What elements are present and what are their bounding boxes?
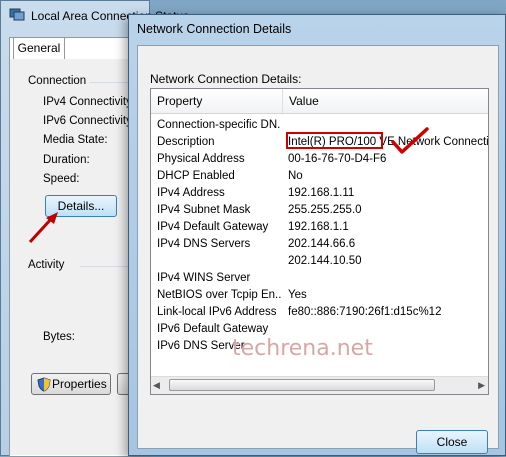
section-activity: Activity — [28, 259, 65, 271]
ipv6-connectivity-label: IPv6 Connectivity — [43, 115, 132, 127]
checkmark-annotation-icon — [391, 127, 429, 154]
highlight-annotation — [286, 132, 383, 149]
property-cell: IPv4 Subnet Mask — [157, 204, 251, 216]
shield-icon — [37, 377, 51, 392]
table-row[interactable]: IPv4 Address 192.168.1.11 — [151, 186, 488, 203]
value-cell: fe80::886:7190:26f1:d15c%12 — [288, 306, 442, 318]
arrow-annotation-icon — [28, 212, 58, 244]
dialog-title: Network Connection Details — [137, 22, 292, 36]
network-connection-details-dialog: Network Connection Details Network Conne… — [128, 14, 506, 456]
property-cell: DHCP Enabled — [157, 170, 235, 182]
table-row[interactable]: IPv4 WINS Server — [151, 271, 488, 288]
tab-general[interactable]: General — [13, 37, 65, 59]
value-cell: 00-16-76-70-D4-F6 — [288, 153, 387, 165]
section-connection: Connection — [28, 75, 87, 87]
property-cell: Physical Address — [157, 153, 245, 165]
table-row[interactable]: Link-local IPv6 Address fe80::886:7190:26… — [151, 305, 488, 322]
network-icon — [9, 8, 25, 21]
duration-label: Duration: — [43, 154, 90, 166]
value-cell: 202.144.10.50 — [288, 255, 362, 267]
ipv4-connectivity-label: IPv4 Connectivity — [43, 96, 132, 108]
property-cell: IPv4 WINS Server — [157, 272, 251, 284]
property-cell: Link-local IPv6 Address — [157, 306, 277, 318]
properties-button-label: Properties — [52, 377, 107, 391]
value-cell: 192.168.1.1 — [288, 221, 349, 233]
column-header-value[interactable]: Value — [283, 89, 488, 113]
value-cell: 202.144.66.6 — [288, 238, 356, 250]
watermark: techrena.net — [232, 336, 373, 361]
value-cell: Yes — [288, 289, 307, 301]
value-cell: No — [288, 170, 303, 182]
properties-button[interactable]: Properties — [31, 373, 111, 395]
property-cell: IPv4 Address — [157, 187, 225, 199]
scroll-thumb[interactable] — [169, 379, 435, 391]
table-row[interactable]: NetBIOS over Tcpip En... Yes — [151, 288, 488, 305]
column-header-property[interactable]: Property — [151, 89, 283, 113]
details-caption: Network Connection Details: — [150, 72, 302, 86]
property-cell: NetBIOS over Tcpip En... — [157, 289, 281, 301]
table-row[interactable]: DHCP Enabled No — [151, 169, 488, 186]
property-cell: IPv4 DNS Servers — [157, 238, 251, 250]
table-row[interactable]: IPv4 Default Gateway 192.168.1.1 — [151, 220, 488, 237]
table-row[interactable]: IPv4 Subnet Mask 255.255.255.0 — [151, 203, 488, 220]
horizontal-scrollbar[interactable]: ◀ ▶ — [151, 376, 488, 394]
media-state-label: Media State: — [43, 134, 108, 146]
table-row[interactable]: Physical Address 00-16-76-70-D4-F6 — [151, 152, 488, 169]
list-header: Property Value — [151, 89, 488, 114]
property-cell: Description — [157, 136, 215, 148]
close-button[interactable]: Close — [416, 430, 488, 454]
value-cell: 192.168.1.11 — [288, 187, 355, 199]
property-cell: Connection-specific DN... — [157, 119, 281, 131]
table-row[interactable]: 202.144.10.50 — [151, 254, 488, 271]
table-row[interactable]: IPv4 DNS Servers 202.144.66.6 — [151, 237, 488, 254]
value-cell: 255.255.255.0 — [288, 204, 362, 216]
scroll-left-arrow-icon[interactable]: ◀ — [153, 380, 160, 391]
bytes-label: Bytes: — [43, 331, 75, 343]
property-cell: IPv4 Default Gateway — [157, 221, 269, 233]
scroll-right-arrow-icon[interactable]: ▶ — [478, 380, 485, 391]
dialog-client-area: Network Connection Details: Property Val… — [137, 45, 499, 454]
property-cell: IPv6 Default Gateway — [157, 323, 269, 335]
speed-label: Speed: — [43, 173, 80, 185]
